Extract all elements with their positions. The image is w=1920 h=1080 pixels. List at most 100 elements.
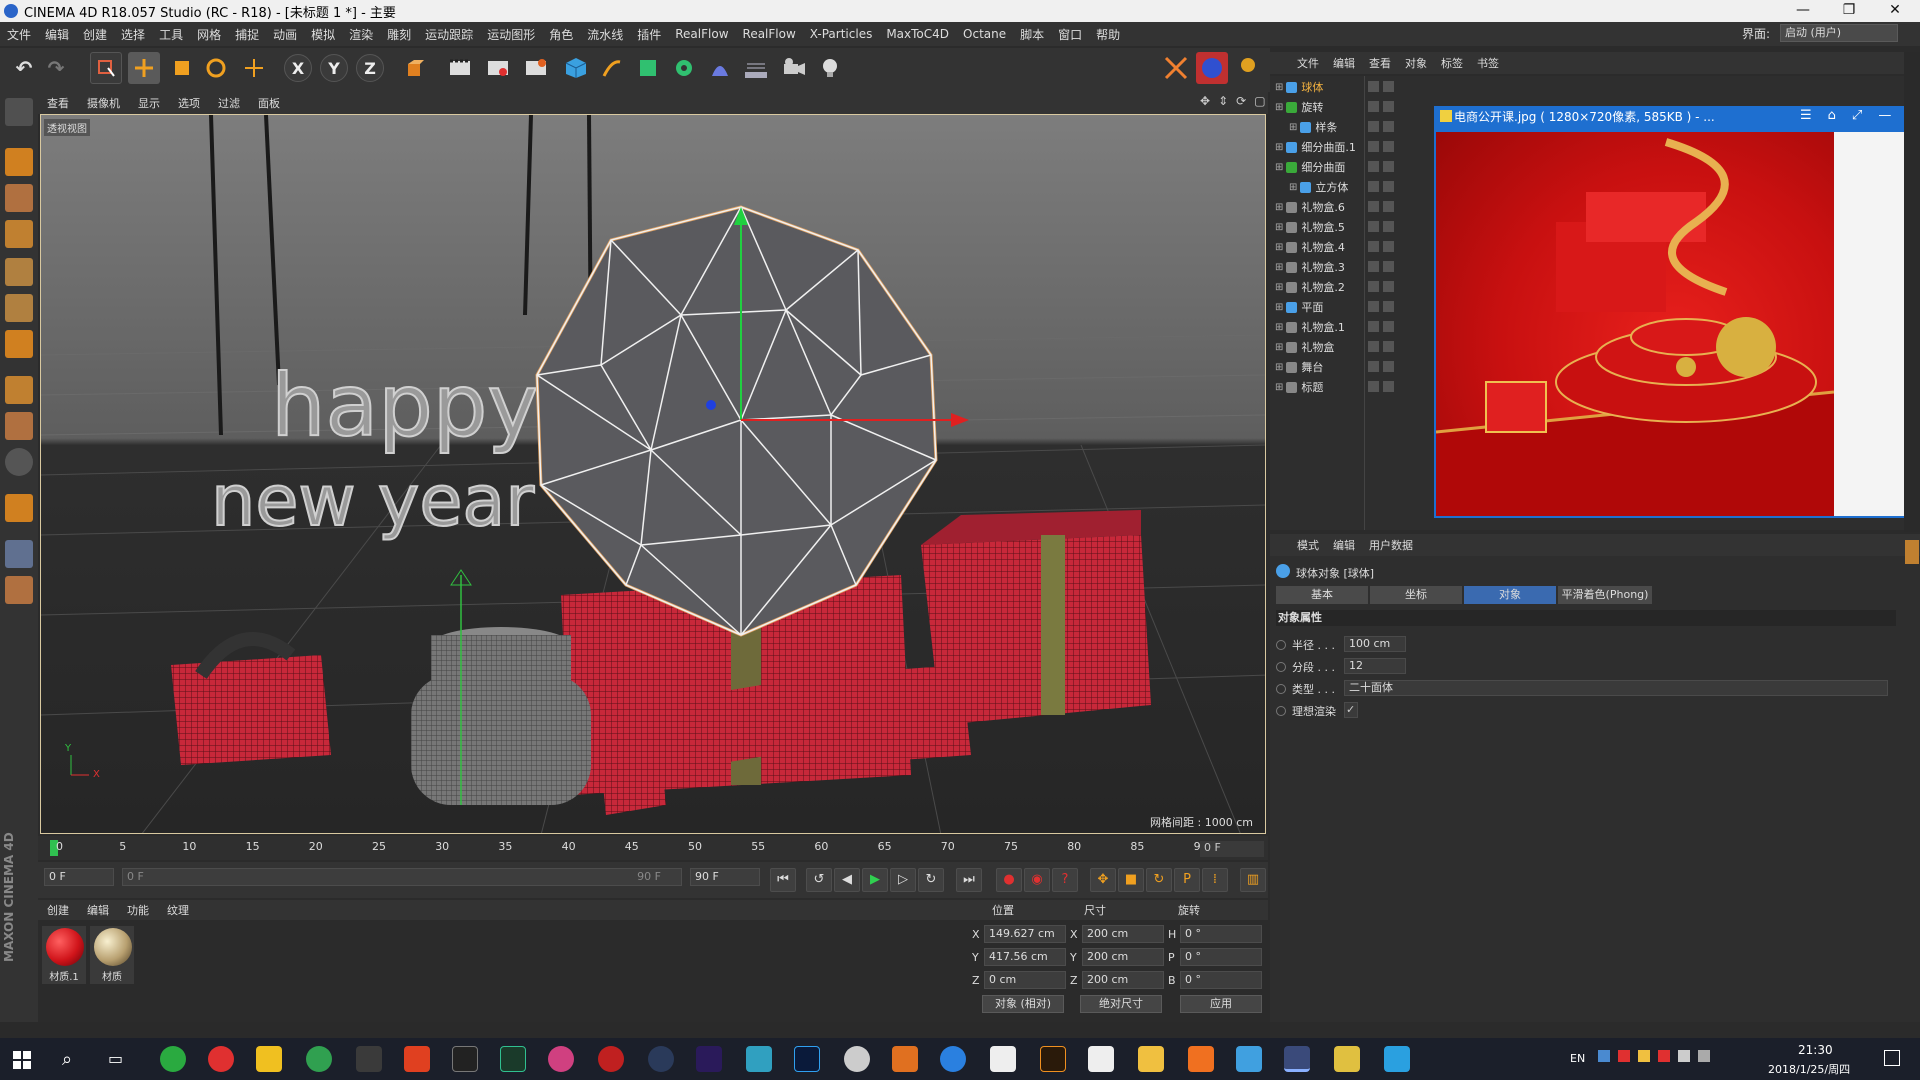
auto-keying-icon[interactable]: ◉: [1024, 868, 1050, 892]
key-scale-icon[interactable]: ■: [1118, 868, 1144, 892]
expand-icon[interactable]: ⊞: [1275, 162, 1283, 173]
menu-item[interactable]: X-Particles: [803, 27, 880, 41]
workplane-grid-icon[interactable]: [5, 540, 33, 568]
visibility-dot-icon[interactable]: [1368, 101, 1379, 112]
record-keys-icon[interactable]: ●: [996, 868, 1022, 892]
menu-item[interactable]: 网格: [190, 26, 228, 43]
menu-item[interactable]: 模拟: [304, 26, 342, 43]
maximize-button[interactable]: ❐: [1826, 0, 1872, 22]
apply-button[interactable]: 应用: [1180, 995, 1262, 1013]
pos-y-field[interactable]: 417.56 cm: [984, 948, 1066, 966]
expand-icon[interactable]: ⊞: [1275, 142, 1283, 153]
expand-icon[interactable]: ⊞: [1275, 202, 1283, 213]
menu-item[interactable]: 插件: [630, 26, 668, 43]
object-list-item[interactable]: ⊞ 礼物盒.2: [1275, 278, 1345, 296]
object-list-item[interactable]: ⊞ 礼物盒.4: [1275, 238, 1345, 256]
keyframe-selection-icon[interactable]: ?: [1052, 868, 1078, 892]
expand-icon[interactable]: ⊞: [1275, 322, 1283, 333]
viewport-menu-item[interactable]: 摄像机: [78, 95, 129, 111]
object-manager-menu-item[interactable]: 文件: [1290, 55, 1326, 71]
photoshop-icon[interactable]: [794, 1046, 820, 1072]
minimize-icon[interactable]: —: [1878, 108, 1891, 123]
material-menu-item[interactable]: 创建: [38, 902, 78, 918]
after-effects-icon[interactable]: [696, 1046, 722, 1072]
ime-indicator[interactable]: EN: [1570, 1052, 1585, 1065]
rot-b-field[interactable]: 0 °: [1180, 971, 1262, 989]
object-list-item[interactable]: ⊞ 礼物盒.3: [1275, 258, 1345, 276]
visibility-dot-icon[interactable]: [1368, 161, 1379, 172]
segments-field[interactable]: 12: [1344, 658, 1406, 674]
model-mode-icon[interactable]: [5, 148, 33, 176]
object-list-item[interactable]: ⊞ 样条: [1275, 118, 1337, 136]
minimize-button[interactable]: —: [1780, 0, 1826, 22]
expand-icon[interactable]: ⊞: [1275, 102, 1283, 113]
attributes-menu-item[interactable]: 用户数据: [1362, 537, 1420, 553]
menu-item[interactable]: 渲染: [342, 26, 380, 43]
layout-select[interactable]: 启动 (用户): [1780, 24, 1898, 42]
expand-icon[interactable]: ⊞: [1289, 182, 1297, 193]
orbit-icon[interactable]: ⟳: [1236, 94, 1246, 108]
radius-field[interactable]: 100 cm: [1344, 636, 1406, 652]
app-icon[interactable]: [356, 1046, 382, 1072]
visibility-dot-icon[interactable]: [1368, 341, 1379, 352]
pan-icon[interactable]: ✥: [1200, 94, 1210, 108]
object-list-item[interactable]: ⊞ 细分曲面.1: [1275, 138, 1356, 156]
visibility-dot-icon[interactable]: [1368, 241, 1379, 252]
file-explorer-icon[interactable]: [1138, 1046, 1164, 1072]
visibility-dot-icon[interactable]: [1368, 221, 1379, 232]
menu-item[interactable]: 捕捉: [228, 26, 266, 43]
type-dropdown[interactable]: 二十面体: [1344, 680, 1888, 696]
transform-tool-icon[interactable]: [238, 52, 270, 84]
tray-app-icon[interactable]: [1598, 1050, 1610, 1062]
menu-item[interactable]: Octane: [956, 27, 1013, 41]
epic-games-icon[interactable]: [452, 1046, 478, 1072]
redo-icon[interactable]: ↷: [40, 52, 72, 84]
browser-360-icon[interactable]: [306, 1046, 332, 1072]
object-visibility-flags[interactable]: [1368, 301, 1394, 315]
polygons-mode-icon[interactable]: [5, 330, 33, 358]
previous-frame-icon[interactable]: ◀: [834, 868, 860, 892]
deformer-icon[interactable]: [704, 52, 736, 84]
render-picture-viewer-icon[interactable]: [482, 52, 514, 84]
size-x-field[interactable]: 200 cm: [1082, 925, 1164, 943]
task-view-icon[interactable]: ▭: [108, 1049, 123, 1068]
points-mode-icon[interactable]: [5, 258, 33, 286]
material-menu-item[interactable]: 纹理: [158, 902, 198, 918]
menu-item[interactable]: 选择: [114, 26, 152, 43]
go-to-end-icon[interactable]: ⏭: [956, 868, 982, 892]
edges-mode-icon[interactable]: [5, 294, 33, 322]
visibility-dot-icon[interactable]: [1383, 361, 1394, 372]
visibility-dot-icon[interactable]: [1383, 341, 1394, 352]
frame-range-slider[interactable]: 0 F 90 F: [122, 868, 682, 886]
segments-keyframe-toggle[interactable]: [1276, 662, 1286, 672]
visibility-dot-icon[interactable]: [1368, 201, 1379, 212]
menu-item[interactable]: 雕刻: [380, 26, 418, 43]
radius-keyframe-toggle[interactable]: [1276, 640, 1286, 650]
cube-primitive-icon[interactable]: [560, 52, 592, 84]
object-list-item[interactable]: ⊞ 标题: [1275, 378, 1323, 396]
visibility-dot-icon[interactable]: [1368, 361, 1379, 372]
clock-time[interactable]: 21:30: [1798, 1043, 1833, 1057]
type-keyframe-toggle[interactable]: [1276, 684, 1286, 694]
expand-icon[interactable]: ⊞: [1289, 122, 1297, 133]
visibility-dot-icon[interactable]: [1368, 301, 1379, 312]
menu-item[interactable]: 运动图形: [480, 26, 542, 43]
visibility-dot-icon[interactable]: [1368, 121, 1379, 132]
camera-icon[interactable]: [778, 52, 810, 84]
object-list-item[interactable]: ⊞ 平面: [1275, 298, 1323, 316]
visibility-dot-icon[interactable]: [1383, 281, 1394, 292]
ie-icon[interactable]: [1384, 1046, 1410, 1072]
tweak-mode-icon[interactable]: [5, 412, 33, 440]
expand-icon[interactable]: ⊞: [1275, 242, 1283, 253]
illustrator-icon[interactable]: [1040, 1046, 1066, 1072]
next-key-icon[interactable]: ↻: [918, 868, 944, 892]
app-red-icon[interactable]: [404, 1046, 430, 1072]
app-orange-icon[interactable]: [892, 1046, 918, 1072]
render-settings-icon[interactable]: [520, 52, 552, 84]
scale-tool-icon[interactable]: [166, 52, 198, 84]
viewport-menu-item[interactable]: 过滤: [209, 95, 249, 111]
menu-icon[interactable]: ☰: [1800, 108, 1812, 123]
object-list-item[interactable]: ⊞ 立方体: [1275, 178, 1348, 196]
visibility-dot-icon[interactable]: [1368, 81, 1379, 92]
app-yellow-icon[interactable]: [1334, 1046, 1360, 1072]
